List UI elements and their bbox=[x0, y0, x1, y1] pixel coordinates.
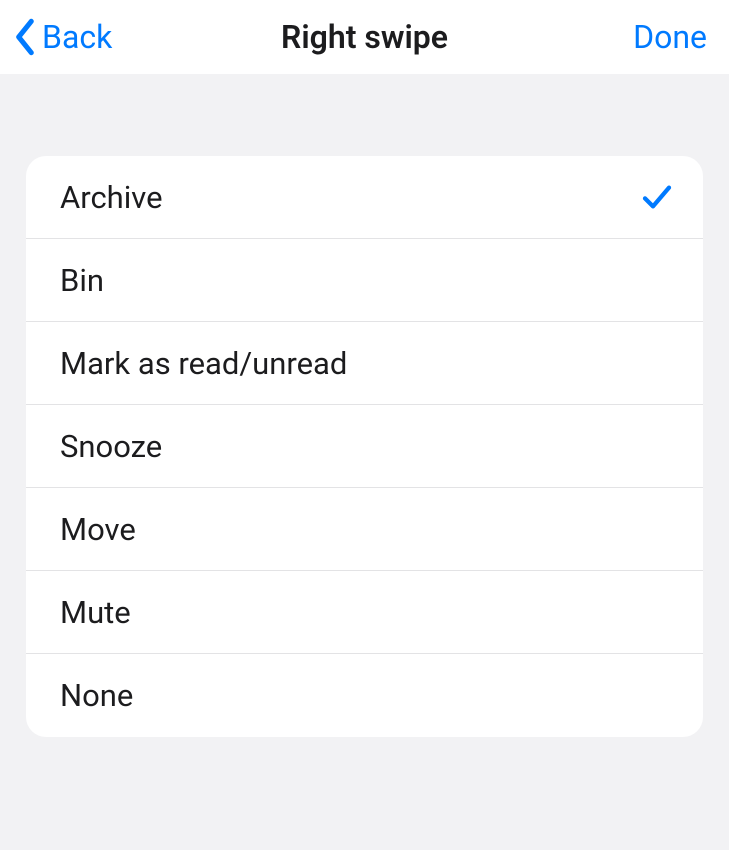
option-label: Mute bbox=[60, 594, 131, 631]
chevron-back-icon bbox=[14, 18, 36, 56]
back-label: Back bbox=[42, 18, 112, 56]
option-mark-read-unread[interactable]: Mark as read/unread bbox=[26, 322, 703, 405]
option-label: Bin bbox=[60, 262, 104, 299]
option-label: Snooze bbox=[60, 428, 162, 465]
option-label: Archive bbox=[60, 179, 163, 216]
option-bin[interactable]: Bin bbox=[26, 239, 703, 322]
option-label: None bbox=[60, 677, 133, 714]
option-label: Move bbox=[60, 511, 136, 548]
option-none[interactable]: None bbox=[26, 654, 703, 737]
checkmark-icon bbox=[641, 181, 673, 213]
done-button[interactable]: Done bbox=[633, 18, 707, 56]
back-button[interactable]: Back bbox=[14, 18, 112, 56]
navigation-bar: Back Right swipe Done bbox=[0, 0, 729, 74]
content-area: Archive Bin Mark as read/unread Snooze M bbox=[0, 74, 729, 737]
option-list: Archive Bin Mark as read/unread Snooze M bbox=[26, 156, 703, 737]
option-mute[interactable]: Mute bbox=[26, 571, 703, 654]
option-archive[interactable]: Archive bbox=[26, 156, 703, 239]
option-label: Mark as read/unread bbox=[60, 345, 347, 382]
option-snooze[interactable]: Snooze bbox=[26, 405, 703, 488]
option-move[interactable]: Move bbox=[26, 488, 703, 571]
